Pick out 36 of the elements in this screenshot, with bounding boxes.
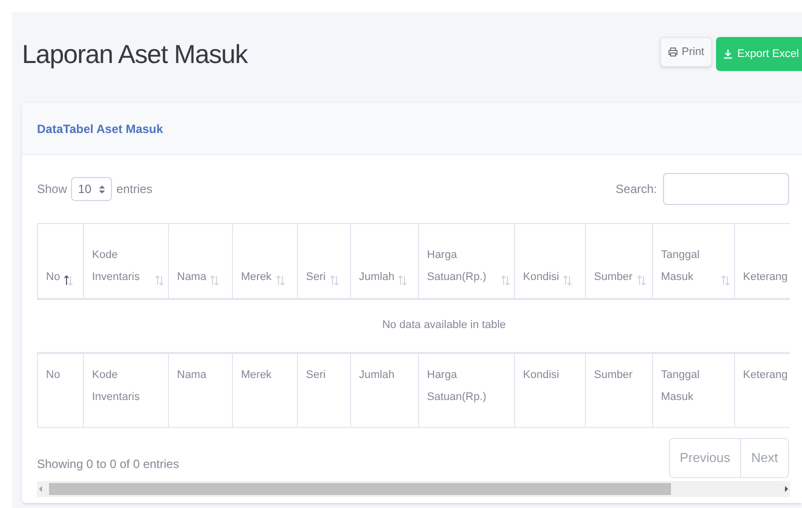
print-button[interactable]: Print <box>660 37 712 67</box>
column-footer: Jumlah <box>359 368 394 380</box>
search-field[interactable] <box>663 173 789 205</box>
entries-select[interactable]: 10 <box>71 177 112 201</box>
column-header[interactable]: Seri <box>306 266 326 288</box>
column-header[interactable]: Kode Inventaris <box>92 244 151 288</box>
column-header[interactable]: Sumber <box>594 266 633 288</box>
column-header[interactable]: Tanggal Masuk <box>661 244 717 288</box>
column-footer: Sumber <box>594 368 633 380</box>
column-footer: Kode Inventaris <box>92 368 140 402</box>
printer-icon <box>668 47 678 57</box>
column-footer: Tanggal Masuk <box>661 368 700 402</box>
column-footer: No <box>46 368 60 380</box>
export-button[interactable]: Export Excel <box>716 37 802 71</box>
page-title: Laporan Aset Masuk <box>22 38 248 70</box>
entries-label: entries <box>116 181 152 198</box>
column-footer: Nama <box>177 368 206 380</box>
column-header[interactable]: Kondisi <box>523 266 560 288</box>
column-header[interactable]: Jumlah <box>359 266 394 288</box>
column-header[interactable]: Harga Satuan(Rp.) <box>427 244 497 288</box>
column-header[interactable]: No <box>46 266 60 288</box>
column-footer: Merek <box>241 368 272 380</box>
card-title: DataTabel Aset Masuk <box>37 120 164 138</box>
column-footer: Keterang <box>743 368 788 380</box>
search-label: Search: <box>616 181 657 198</box>
column-footer: Kondisi <box>523 368 560 380</box>
empty-message: No data available in table <box>382 319 506 332</box>
download-icon <box>723 49 734 59</box>
show-label: Show <box>37 181 68 198</box>
column-footer: Harga Satuan(Rp.) <box>427 368 486 402</box>
table-info: Showing 0 to 0 of 0 entries <box>37 456 180 473</box>
column-header[interactable]: Nama <box>177 266 206 288</box>
column-footer: Seri <box>306 368 326 380</box>
column-header[interactable]: Keterang <box>743 266 788 288</box>
caret-icon <box>99 184 106 194</box>
column-header[interactable]: Merek <box>241 266 272 288</box>
